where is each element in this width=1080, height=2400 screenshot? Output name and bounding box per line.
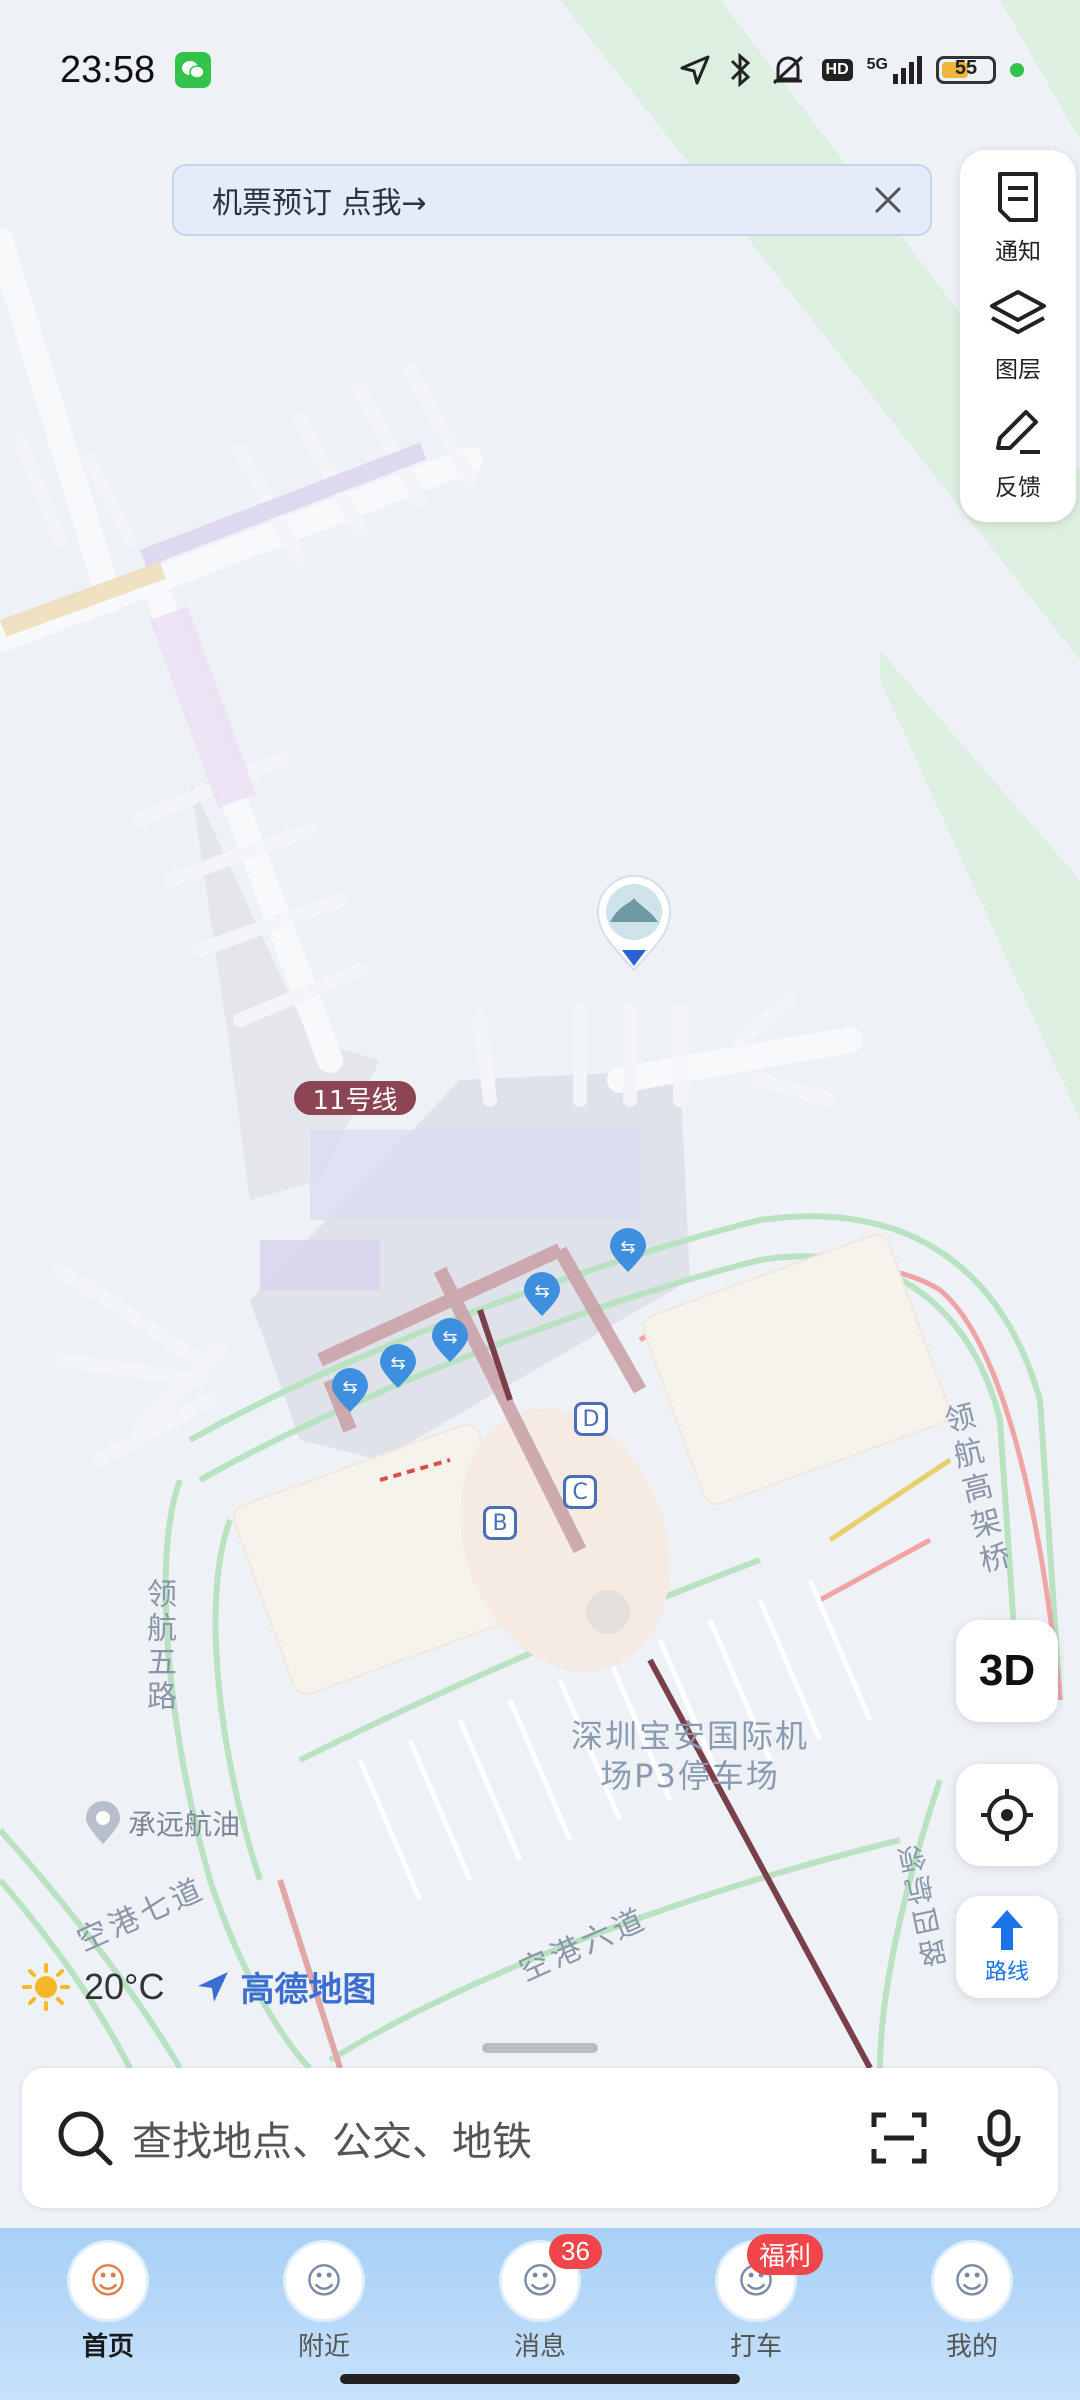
bluetooth-icon (730, 52, 750, 88)
poi-name: 承远航油 (128, 1808, 241, 1841)
gate-marker-c[interactable]: C (563, 1475, 597, 1509)
nearby-avatar-icon: ☺ (283, 2240, 365, 2322)
home-indicator[interactable] (340, 2374, 740, 2384)
close-icon[interactable] (870, 182, 906, 218)
flight-booking-banner[interactable]: 机票预订 点我→ (172, 164, 932, 236)
transfer-pin-icon[interactable]: ⇆ (430, 1318, 470, 1364)
battery-level: 55 (954, 57, 978, 79)
home-avatar-icon: ☺ (67, 2240, 149, 2322)
location-arrow-icon (680, 55, 710, 85)
mute-bell-icon (772, 55, 803, 85)
parking-area-label[interactable]: 深圳宝安国际机 场P3停车场 (540, 1716, 840, 1796)
metro-line-label[interactable]: 11号线 (294, 1081, 416, 1116)
svg-text:⇆: ⇆ (534, 1281, 549, 1302)
gate-marker-d[interactable]: D (574, 1402, 608, 1436)
mine-avatar-icon: ☺ (931, 2240, 1013, 2322)
gate-marker-b[interactable]: B (483, 1506, 517, 1540)
banner-text[interactable]: 机票预订 点我→ (212, 178, 870, 222)
3d-label: 3D (978, 1646, 1036, 1695)
search-input[interactable]: 查找地点、公交、地铁 (132, 2109, 870, 2167)
status-bar: 23:58 HD 5G 55 (0, 0, 1080, 140)
message-count-badge: 36 (549, 2234, 602, 2269)
brand-name: 高德地图 (240, 1970, 377, 2010)
search-bar[interactable]: 查找地点、公交、地铁 (22, 2068, 1058, 2208)
tab-label: 附近 (297, 2332, 350, 2362)
location-pin-icon[interactable] (594, 874, 674, 974)
tab-home[interactable]: ☺ 首页 (33, 2228, 183, 2400)
feedback-edit-icon (996, 410, 1040, 454)
route-label: 路线 (984, 1960, 1029, 1985)
svg-text:⇆: ⇆ (390, 1353, 405, 1374)
drag-handle[interactable] (482, 2043, 598, 2053)
transfer-pin-icon[interactable]: ⇆ (330, 1368, 370, 1414)
tab-label: 消息 (513, 2332, 566, 2362)
tab-label: 我的 (945, 2332, 998, 2362)
sun-icon (22, 1962, 70, 2011)
weather-widget[interactable]: 20°C 高德地图 (22, 1962, 376, 2011)
microphone-icon[interactable] (974, 2108, 1024, 2168)
parking-label-line: 深圳宝安国际机 (570, 1717, 809, 1755)
battery-icon: 55 (936, 56, 996, 84)
layers-icon (990, 290, 1046, 334)
notice-icon (998, 172, 1038, 222)
feedback-button[interactable]: 反馈 (990, 404, 1046, 522)
tab-mine[interactable]: ☺ 我的 (897, 2228, 1047, 2400)
svg-text:⇆: ⇆ (620, 1237, 635, 1258)
hd-icon: HD (821, 59, 853, 81)
feedback-label: 反馈 (995, 475, 1041, 501)
svg-text:⇆: ⇆ (442, 1327, 457, 1348)
poi-marker[interactable]: 承远航油 (84, 1800, 240, 1846)
wechat-icon (175, 52, 212, 88)
network-type: 5G (866, 56, 888, 73)
notice-button[interactable]: 通知 (990, 168, 1046, 286)
parking-label-line: 场P3停车场 (600, 1757, 780, 1795)
status-time: 23:58 (60, 48, 156, 91)
layers-button[interactable]: 图层 (988, 286, 1048, 404)
amap-logo-icon (198, 1971, 229, 2002)
tab-label: 首页 (81, 2332, 134, 2362)
route-arrow-icon (991, 1910, 1023, 1950)
welfare-badge: 福利 (747, 2234, 824, 2275)
road-label: 领航五路 (141, 1578, 176, 1714)
notice-label: 通知 (995, 239, 1041, 265)
svg-text:⇆: ⇆ (342, 1377, 357, 1398)
temperature: 20°C (84, 1965, 165, 2007)
poi-pin-icon (86, 1801, 120, 1844)
locate-crosshair-icon (981, 1789, 1033, 1841)
search-icon (58, 2111, 113, 2166)
locate-button[interactable] (956, 1764, 1058, 1866)
transfer-pin-icon[interactable]: ⇆ (378, 1344, 418, 1390)
map-tools-panel: 通知 图层 反馈 (960, 150, 1076, 522)
transfer-pin-icon[interactable]: ⇆ (608, 1228, 648, 1274)
map-canvas[interactable] (0, 0, 1080, 2400)
tab-label: 打车 (729, 2332, 782, 2362)
layers-label: 图层 (995, 357, 1041, 383)
route-button[interactable]: 路线 (956, 1896, 1058, 1998)
brand-logo: 高德地图 (194, 1962, 376, 2011)
scan-icon[interactable] (870, 2109, 928, 2167)
3d-button[interactable]: 3D (956, 1620, 1058, 1722)
privacy-dot-icon (1010, 63, 1024, 77)
signal-5g-icon: 5G (867, 56, 922, 84)
transfer-pin-icon[interactable]: ⇆ (522, 1272, 562, 1318)
